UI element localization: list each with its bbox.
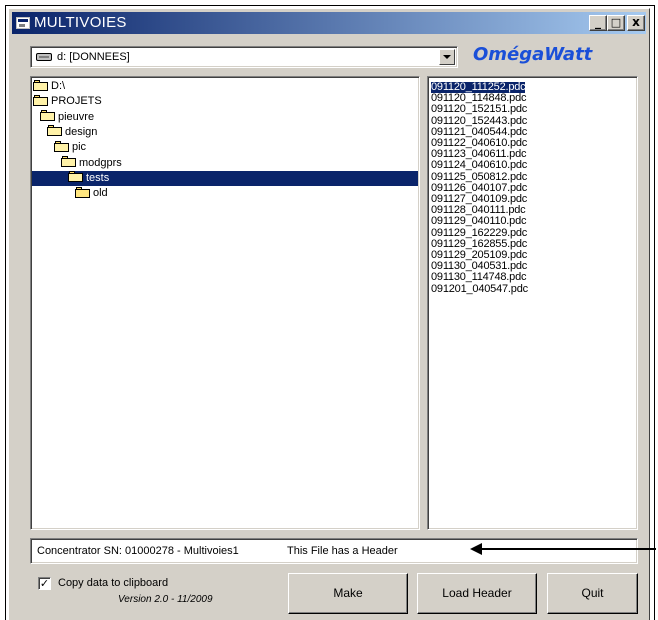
- drive-icon: [36, 53, 52, 61]
- tree-item-label: tests: [86, 171, 110, 184]
- close-button[interactable]: x: [627, 15, 645, 31]
- quit-button[interactable]: Quit: [547, 573, 638, 614]
- file-list-item[interactable]: 091129_162229.pdc: [431, 227, 527, 239]
- app-icon: [16, 17, 30, 29]
- open-folder-icon: [54, 140, 70, 152]
- open-folder-icon: [33, 79, 49, 91]
- drive-combo-value: d: [DONNEES]: [57, 51, 130, 63]
- drive-combo[interactable]: d: [DONNEES]: [30, 46, 458, 68]
- minimize-button[interactable]: _: [589, 15, 607, 31]
- open-folder-icon: [33, 94, 49, 106]
- tree-item[interactable]: pic: [54, 140, 86, 155]
- tree-item[interactable]: design: [47, 125, 97, 140]
- open-folder-icon: [47, 125, 63, 137]
- tree-item-label: design: [65, 125, 98, 138]
- frame-right-line: [654, 5, 655, 620]
- open-folder-icon: [68, 171, 84, 183]
- tree-item[interactable]: pieuvre: [40, 110, 94, 125]
- directory-tree[interactable]: D:\ PROJETS pieuvre design pic modgprs tests ol…: [30, 76, 420, 530]
- status-serial: Concentrator SN: 01000278 - Multivoies1: [37, 545, 239, 557]
- make-button[interactable]: Make: [288, 573, 408, 614]
- copy-clipboard-checkbox[interactable]: ✓: [38, 577, 51, 590]
- tree-item-label: old: [93, 187, 108, 200]
- frame-top-line: [5, 5, 655, 6]
- status-header: This File has a Header: [287, 545, 398, 557]
- tree-item[interactable]: D:\: [33, 79, 65, 94]
- tree-item-label: D:\: [51, 80, 66, 92]
- tree-item[interactable]: old: [75, 186, 108, 201]
- tree-item-label: pic: [72, 141, 87, 154]
- open-folder-icon: [40, 110, 56, 122]
- file-list-item[interactable]: 091129_040110.pdc: [431, 216, 526, 227]
- tree-item[interactable]: PROJETS: [33, 94, 102, 109]
- annotation-arrow-head: [470, 543, 482, 555]
- tree-item-label: modgprs: [79, 156, 122, 169]
- file-list-item[interactable]: 091130_114748.pdc: [431, 272, 526, 283]
- file-list-item[interactable]: 091124_040610.pdc: [431, 160, 527, 171]
- title-bar[interactable]: MULTIVOIES _ □ x: [12, 12, 646, 34]
- open-folder-icon: [61, 156, 77, 168]
- maximize-button[interactable]: □: [607, 15, 625, 31]
- tree-item-label: PROJETS: [51, 95, 102, 108]
- chevron-down-icon[interactable]: [439, 49, 455, 65]
- file-list[interactable]: 091120_111252.pdc 091120_114848.pdc 091120…: [427, 76, 638, 530]
- copy-clipboard-label: Copy data to clipboard: [58, 577, 169, 589]
- load-header-button[interactable]: Load Header: [417, 573, 537, 614]
- status-box: Concentrator SN: 01000278 - Multivoies1 …: [30, 538, 638, 564]
- frame-left-line: [5, 5, 6, 620]
- file-list-item[interactable]: 091201_040547.pdc: [431, 283, 528, 295]
- tree-item-label: pieuvre: [58, 110, 95, 123]
- file-list-item[interactable]: 091120_152443.pdc: [431, 115, 527, 127]
- folder-icon: [75, 186, 91, 198]
- annotation-arrow-line: [480, 548, 656, 550]
- tree-item[interactable]: modgprs: [61, 156, 122, 171]
- file-list-item[interactable]: 091120_152151.pdc: [431, 104, 527, 115]
- file-list-item[interactable]: 091125_050812.pdc: [431, 171, 527, 183]
- window-title: MULTIVOIES: [34, 14, 127, 31]
- brand-logo: OmégaWatt: [473, 44, 593, 65]
- version-label: Version 2.0 - 11/2009: [118, 594, 213, 605]
- tree-item[interactable]: tests: [32, 170, 418, 186]
